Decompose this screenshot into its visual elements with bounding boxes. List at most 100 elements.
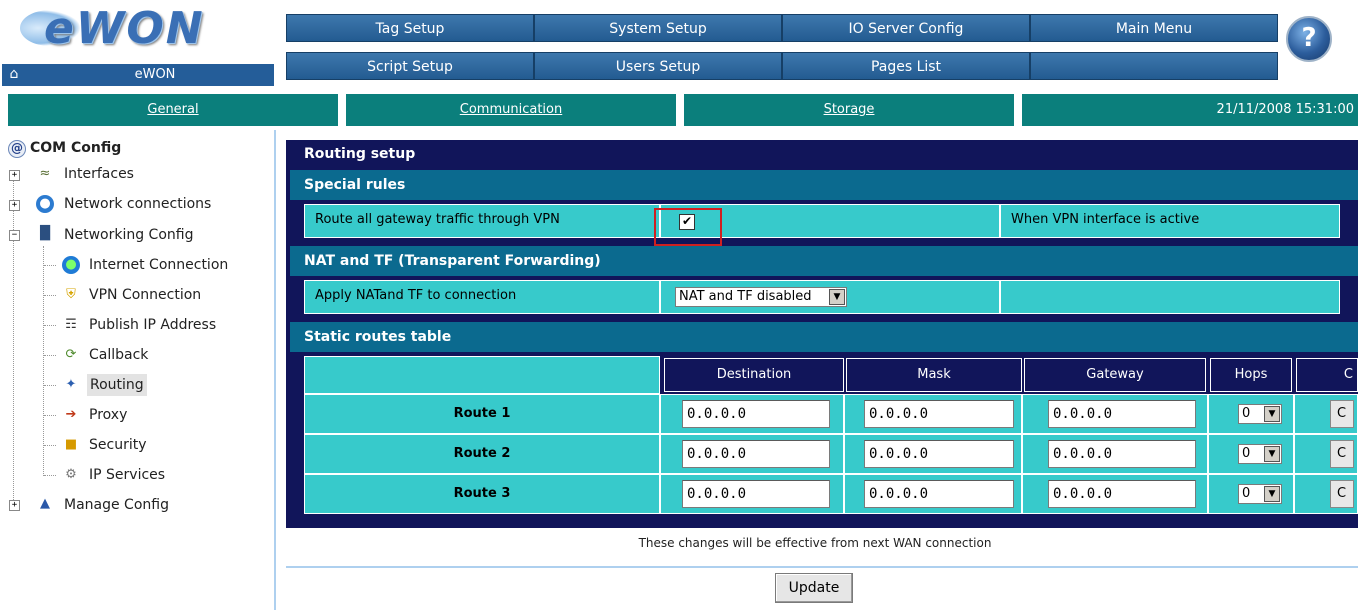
tree-branch [44,445,56,446]
route-1-destination-input[interactable]: 0.0.0.0 [682,400,830,428]
tree-branch [44,415,56,416]
sidebar-item-interfaces[interactable]: Interfaces [64,163,134,185]
ewon-logo: eWON [44,3,205,54]
col-gateway: Gateway [1024,358,1206,392]
sidebar-divider [274,130,276,610]
sidebar-item-internet-connection[interactable]: Internet Connection [89,254,228,276]
nat-tf-header: NAT and TF (Transparent Forwarding) [290,246,1358,276]
sidebar-item-ip-services[interactable]: IP Services [89,464,165,486]
route-name: Route 3 [304,474,660,514]
chevron-down-icon[interactable]: ▼ [1264,446,1280,462]
gear-icon: ⚙ [65,467,77,482]
col-destination: Destination [664,358,844,392]
route-1-hops-select[interactable]: 0 ▼ [1238,404,1282,424]
tree-branch [44,265,56,266]
tree-branch [44,385,56,386]
route-3-hops-value: 0 [1242,486,1251,501]
sidebar-item-callback[interactable]: Callback [89,344,148,366]
routes-corner-cell [304,356,660,394]
sidebar-item-routing[interactable]: Routing [87,374,147,396]
at-sign-icon: @ [8,140,26,158]
menu-tag-setup[interactable]: Tag Setup [286,14,534,42]
publish-icon: ☶ [65,317,77,332]
menu-empty-slot [1030,52,1278,80]
sidebar-item-publish-ip-address[interactable]: Publish IP Address [89,314,216,336]
network-cable-icon: ≈ [39,166,51,181]
routing-icon: ✦ [65,377,77,392]
sidebar-item-proxy[interactable]: Proxy [89,404,127,426]
nat-empty-cell [1000,280,1340,314]
tree-guide-networking [43,246,44,476]
tree-branch [44,325,56,326]
vpn-route-label: Route all gateway traffic through VPN [304,204,660,238]
route-2-gateway-input[interactable]: 0.0.0.0 [1048,440,1196,468]
route-1-extra-button[interactable]: C [1330,400,1354,428]
route-2-mask-input[interactable]: 0.0.0.0 [864,440,1014,468]
manage-icon: ▲ [40,496,50,511]
chevron-down-icon[interactable]: ▼ [1264,406,1280,422]
route-3-hops-select[interactable]: 0 ▼ [1238,484,1282,504]
help-icon[interactable]: ? [1286,16,1332,62]
home-label[interactable]: eWON [40,67,270,82]
route-3-gateway-input[interactable]: 0.0.0.0 [1048,480,1196,508]
home-icon[interactable]: ⌂ [6,66,22,82]
expand-interfaces[interactable]: + [9,170,20,181]
routing-setup-title: Routing setup [290,140,1358,168]
tab-storage[interactable]: Storage [684,94,1014,126]
proxy-icon: ➔ [65,407,77,422]
route-1-hops-value: 0 [1242,406,1251,421]
sidebar-item-security[interactable]: Security [89,434,147,456]
route-3-extra-button[interactable]: C [1330,480,1354,508]
tree-guide-root [13,178,14,506]
datetime-display: 21/11/2008 15:31:00 [1022,94,1358,126]
nat-select-value: NAT and TF disabled [679,289,812,304]
tree-root[interactable]: @ COM Config [8,137,121,159]
route-2-destination-input[interactable]: 0.0.0.0 [682,440,830,468]
sidebar-item-networking-config[interactable]: Networking Config [64,224,193,246]
menu-main-menu[interactable]: Main Menu [1030,14,1278,42]
special-rules-header: Special rules [290,170,1358,200]
expand-network-connections[interactable]: + [9,200,20,211]
menu-system-setup[interactable]: System Setup [534,14,782,42]
tab-communication[interactable]: Communication [346,94,676,126]
sidebar-item-manage-config[interactable]: Manage Config [64,494,169,516]
internet-icon: ● [62,256,80,274]
col-extra: C [1296,358,1358,392]
route-3-destination-input[interactable]: 0.0.0.0 [682,480,830,508]
route-3-mask-input[interactable]: 0.0.0.0 [864,480,1014,508]
menu-pages-list[interactable]: Pages List [782,52,1030,80]
tree-branch [44,475,56,476]
route-2-extra-button[interactable]: C [1330,440,1354,468]
tab-general[interactable]: General [8,94,338,126]
nat-select-cell: NAT and TF disabled ▼ [660,280,1000,314]
vpn-note: When VPN interface is active [1000,204,1340,238]
chevron-down-icon[interactable]: ▼ [1264,486,1280,502]
collapse-networking-config[interactable]: − [9,230,20,241]
tree-branch [44,295,56,296]
computer-icon: █ [40,226,50,241]
chevron-down-icon[interactable]: ▼ [829,289,845,305]
globe-network-icon: ● [36,195,54,213]
route-1-mask-input[interactable]: 0.0.0.0 [864,400,1014,428]
update-button[interactable]: Update [775,573,853,603]
menu-script-setup[interactable]: Script Setup [286,52,534,80]
callback-icon: ⟳ [65,347,77,362]
lock-icon: ■ [64,437,78,452]
route-2-hops-select[interactable]: 0 ▼ [1238,444,1282,464]
nat-select[interactable]: NAT and TF disabled ▼ [675,287,847,307]
route-name: Route 1 [304,394,660,434]
route-1-gateway-input[interactable]: 0.0.0.0 [1048,400,1196,428]
nat-label: Apply NATand TF to connection [304,280,660,314]
route-name: Route 2 [304,434,660,474]
sidebar-item-network-connections[interactable]: Network connections [64,193,211,215]
expand-manage-config[interactable]: + [9,500,20,511]
sidebar-item-vpn-connection[interactable]: VPN Connection [89,284,201,306]
menu-io-server-config[interactable]: IO Server Config [782,14,1030,42]
route-2-hops-value: 0 [1242,446,1251,461]
tree-root-label: COM Config [30,140,122,156]
footer-divider [286,566,1358,568]
menu-users-setup[interactable]: Users Setup [534,52,782,80]
vpn-shield-icon: ⛨ [66,287,76,302]
col-hops: Hops [1210,358,1292,392]
col-mask: Mask [846,358,1022,392]
